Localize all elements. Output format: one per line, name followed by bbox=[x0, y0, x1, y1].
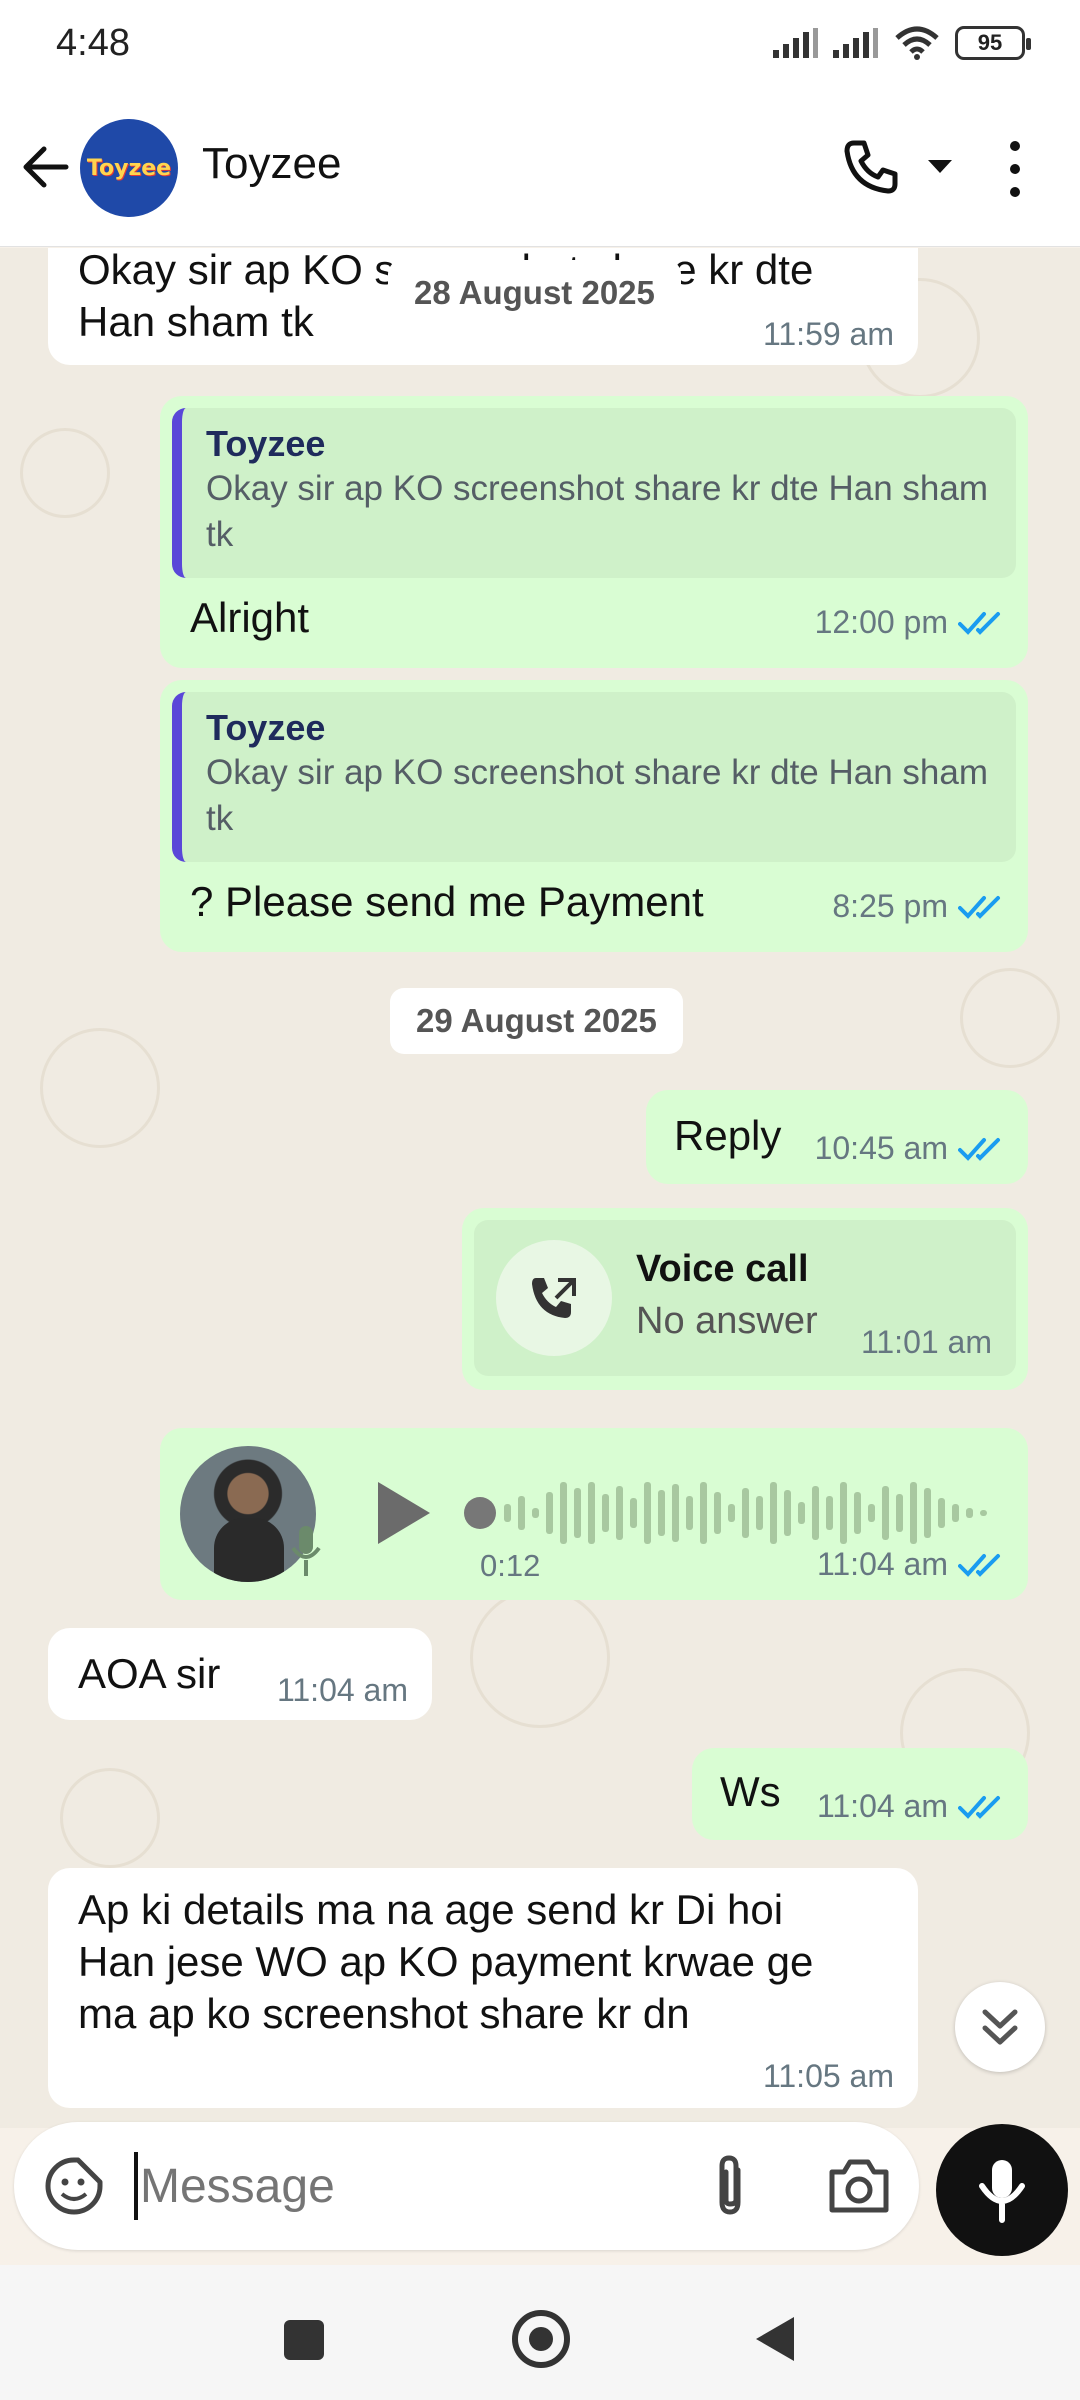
quoted-message[interactable]: Toyzee Okay sir ap KO screenshot share k… bbox=[172, 692, 1016, 862]
quoted-sender: Toyzee bbox=[206, 707, 326, 748]
battery-icon: 95 bbox=[955, 26, 1031, 60]
message-bubble-incoming[interactable]: AOA sir 11:04 am bbox=[48, 1628, 432, 1720]
camera-icon[interactable] bbox=[826, 2156, 892, 2216]
message-meta: 10:45 am bbox=[815, 1130, 1004, 1167]
message-time: 11:04 am bbox=[276, 1672, 408, 1708]
quoted-text: Okay sir ap KO screenshot share kr dte H… bbox=[206, 469, 988, 554]
message-bubble-outgoing[interactable]: Reply 10:45 am bbox=[646, 1090, 1028, 1184]
message-time: 11:05 am bbox=[762, 2058, 894, 2094]
message-composer bbox=[14, 2122, 919, 2250]
call-log-bubble[interactable]: Voice call No answer 11:01 am bbox=[462, 1208, 1028, 1390]
message-meta: 12:00 pm bbox=[815, 604, 1004, 641]
system-navigation-bar bbox=[0, 2265, 1080, 2400]
message-input[interactable] bbox=[140, 2146, 680, 2226]
avatar-logo-text: Toyzee bbox=[86, 155, 172, 181]
message-time: 11:04 am bbox=[816, 1546, 948, 1582]
message-text: Alright bbox=[190, 594, 310, 641]
call-title: Voice call bbox=[636, 1248, 809, 1290]
play-icon[interactable] bbox=[370, 1478, 434, 1548]
message-text: Reply bbox=[674, 1112, 782, 1159]
message-time: 8:25 pm bbox=[832, 888, 948, 924]
quoted-message[interactable]: Toyzee Okay sir ap KO screenshot share k… bbox=[172, 408, 1016, 578]
message-time: 11:59 am bbox=[762, 316, 894, 352]
call-log-card[interactable]: Voice call No answer 11:01 am bbox=[474, 1220, 1016, 1376]
missed-call-icon-bg bbox=[496, 1240, 612, 1356]
message-time: 12:00 pm bbox=[814, 604, 948, 640]
call-status: No answer bbox=[636, 1300, 818, 1342]
home-button[interactable] bbox=[512, 2310, 570, 2368]
message-meta: 11:04 am bbox=[817, 1788, 1004, 1825]
voice-duration: 0:12 bbox=[480, 1548, 541, 1583]
call-options-chevron-icon[interactable] bbox=[928, 160, 952, 173]
contact-avatar[interactable]: Toyzee bbox=[80, 119, 178, 217]
message-time: 11:01 am bbox=[860, 1324, 992, 1360]
voice-call-icon[interactable] bbox=[840, 137, 900, 197]
message-text: Han sham tk bbox=[78, 298, 314, 345]
message-bubble-incoming[interactable]: Ap ki details ma na age send kr Di hoi H… bbox=[48, 1868, 918, 2108]
date-separator: 28 August 2025 bbox=[388, 260, 681, 326]
chat-header: Toyzee Toyzee bbox=[0, 95, 1080, 247]
read-ticks-icon bbox=[958, 895, 1000, 919]
signal-icon bbox=[773, 28, 818, 58]
message-time: 10:45 am bbox=[814, 1130, 948, 1166]
quoted-text: Okay sir ap KO screenshot share kr dte H… bbox=[206, 753, 988, 838]
message-bubble-outgoing[interactable]: Ws 11:04 am bbox=[692, 1748, 1028, 1840]
attach-paperclip-icon[interactable] bbox=[704, 2152, 756, 2220]
text-cursor bbox=[134, 2152, 138, 2220]
message-text: AOA sir bbox=[78, 1650, 221, 1697]
voice-record-button[interactable] bbox=[936, 2124, 1068, 2256]
message-text: ma ap ko screenshot share kr dn bbox=[78, 1990, 690, 2037]
signal-icon-2 bbox=[833, 28, 878, 58]
voice-note-bubble[interactable]: 0:12 11:04 am bbox=[160, 1428, 1028, 1600]
status-bar: 4:48 95 bbox=[0, 0, 1080, 95]
missed-call-icon bbox=[532, 1278, 576, 1318]
contact-name[interactable]: Toyzee bbox=[202, 139, 341, 189]
microphone-icon bbox=[291, 1526, 321, 1576]
message-time: 11:04 am bbox=[816, 1788, 948, 1824]
message-meta: 8:25 pm bbox=[832, 888, 1004, 925]
double-chevron-down-icon bbox=[982, 2009, 1018, 2045]
read-ticks-icon bbox=[958, 1137, 1000, 1161]
back-triangle-icon[interactable] bbox=[752, 2313, 798, 2365]
message-bubble-outgoing[interactable]: Toyzee Okay sir ap KO screenshot share k… bbox=[160, 396, 1028, 668]
read-ticks-icon bbox=[958, 611, 1000, 635]
quoted-sender: Toyzee bbox=[206, 423, 326, 464]
read-ticks-icon bbox=[958, 1553, 1000, 1577]
more-options-icon[interactable] bbox=[1000, 141, 1030, 197]
wifi-icon bbox=[895, 26, 939, 60]
status-time: 4:48 bbox=[56, 22, 130, 64]
chat-area[interactable]: Okay sir ap KO screenshot share kr dte H… bbox=[0, 248, 1080, 2128]
message-text: Han jese WO ap KO payment krwae ge bbox=[78, 1938, 814, 1985]
battery-level: 95 bbox=[977, 30, 1003, 55]
status-icons: 95 bbox=[773, 26, 1031, 60]
message-bubble-outgoing[interactable]: Toyzee Okay sir ap KO screenshot share k… bbox=[160, 680, 1028, 952]
back-arrow-icon[interactable] bbox=[18, 139, 74, 195]
message-text: ? Please send me Payment bbox=[190, 878, 704, 925]
recents-button[interactable] bbox=[284, 2320, 324, 2360]
message-text: Ap ki details ma na age send kr Di hoi bbox=[78, 1886, 784, 1933]
microphone-icon bbox=[979, 2160, 1025, 2223]
read-ticks-icon bbox=[958, 1795, 1000, 1819]
scroll-to-bottom-button[interactable] bbox=[955, 1982, 1045, 2072]
audio-waveform[interactable] bbox=[460, 1468, 1000, 1558]
message-text: Ws bbox=[720, 1768, 781, 1815]
message-meta: 11:04 am bbox=[817, 1546, 1004, 1583]
emoji-sticker-icon[interactable] bbox=[42, 2154, 106, 2218]
date-separator: 29 August 2025 bbox=[390, 988, 683, 1054]
